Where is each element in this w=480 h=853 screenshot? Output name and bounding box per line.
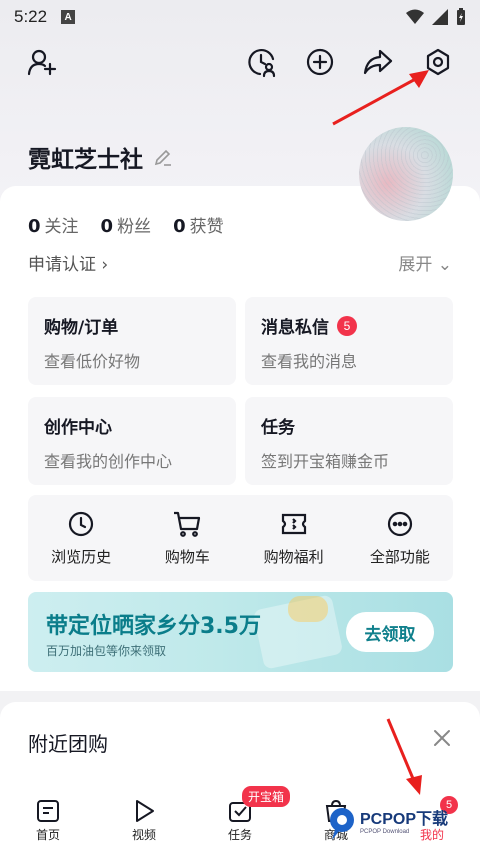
visitor-icon — [248, 49, 276, 78]
stat-likes[interactable]: 0 获赞 — [173, 212, 224, 237]
tile-subtitle: 签到开宝箱赚金币 — [261, 452, 390, 471]
add-button[interactable] — [300, 42, 340, 82]
pcpop-logo-icon — [330, 808, 354, 840]
banner-decoration — [288, 596, 328, 622]
wifi-icon — [406, 9, 424, 24]
tile-tasks[interactable]: 任务 签到开宝箱赚金币 — [245, 397, 453, 485]
quick-history[interactable]: 浏览历史 — [28, 495, 134, 581]
cart-icon — [174, 511, 201, 537]
status-icons — [406, 8, 466, 25]
profile-name: 霓虹芝士社 — [28, 147, 143, 173]
battery-icon — [457, 8, 465, 25]
clock-icon — [69, 511, 94, 536]
add-friend-button[interactable] — [22, 42, 62, 82]
banner-subtitle: 百万加油包等你来领取 — [46, 644, 167, 658]
watermark: PCPOP下载 PCPOP Download — [328, 806, 448, 840]
tab-video[interactable]: 视频 — [96, 792, 192, 853]
stat-following[interactable]: 0 关注 — [28, 212, 79, 237]
quick-cart[interactable]: 购物车 — [134, 495, 240, 581]
expand-button[interactable]: 展开 ⌄ — [398, 250, 452, 275]
tile-title: 购物/订单 — [44, 318, 119, 338]
plus-circle-icon — [306, 48, 334, 76]
tab-home[interactable]: 首页 — [0, 792, 96, 853]
ticket-icon — [281, 513, 306, 534]
settings-icon — [426, 48, 450, 76]
tile-title: 创作中心 — [44, 418, 112, 438]
signal-icon — [432, 8, 448, 25]
close-icon[interactable] — [432, 728, 452, 748]
home-icon — [37, 800, 59, 822]
stats-row: 0 关注 0 粉丝 0 获赞 — [28, 212, 224, 237]
tile-subtitle: 查看我的创作中心 — [44, 452, 173, 471]
tile-orders[interactable]: 购物/订单 查看低价好物 — [28, 297, 236, 385]
tile-messages[interactable]: 消息私信 5 查看我的消息 — [245, 297, 453, 385]
more-icon — [387, 511, 412, 536]
tile-title: 消息私信 5 — [261, 313, 437, 338]
visitors-button[interactable] — [242, 42, 282, 82]
nearby-title: 附近团购 — [28, 732, 108, 756]
top-bar — [0, 42, 480, 82]
add-friend-icon — [27, 49, 57, 76]
watermark-sub: PCPOP Download — [360, 828, 410, 835]
edit-icon[interactable] — [153, 147, 173, 167]
status-bar: 5:22 A — [0, 0, 480, 34]
banner-title: 带定位晒家乡分3.5万 — [46, 614, 261, 639]
share-button[interactable] — [358, 42, 398, 82]
tile-creator-center[interactable]: 创作中心 查看我的创作中心 — [28, 397, 236, 485]
promo-banner[interactable]: 带定位晒家乡分3.5万 百万加油包等你来领取 去领取 — [28, 592, 453, 672]
profile-name-row: 霓虹芝士社 — [28, 140, 173, 174]
play-icon — [136, 800, 154, 822]
tab-tasks[interactable]: 任务 开宝箱 — [192, 786, 291, 853]
avatar[interactable] — [359, 127, 453, 221]
tile-title: 任务 — [261, 418, 295, 438]
settings-button[interactable] — [418, 42, 458, 82]
treasure-chest-badge: 开宝箱 — [242, 786, 291, 807]
tile-subtitle: 查看低价好物 — [44, 352, 141, 371]
status-time: 5:22 — [14, 7, 48, 26]
apply-certification-link[interactable]: 申请认证 › — [28, 250, 108, 275]
quick-actions: 浏览历史 购物车 购物福利 全部功能 — [28, 495, 453, 581]
banner-claim-button[interactable]: 去领取 — [346, 612, 434, 652]
notification-icon: A — [61, 10, 76, 24]
tile-subtitle: 查看我的消息 — [261, 352, 358, 371]
watermark-brand: PCPOP下载 — [360, 810, 449, 828]
quick-all-features[interactable]: 全部功能 — [347, 495, 453, 581]
share-icon — [363, 49, 393, 75]
stat-followers[interactable]: 0 粉丝 — [101, 212, 152, 237]
message-count-badge: 5 — [337, 315, 357, 336]
quick-shopping-benefits[interactable]: 购物福利 — [241, 495, 347, 581]
